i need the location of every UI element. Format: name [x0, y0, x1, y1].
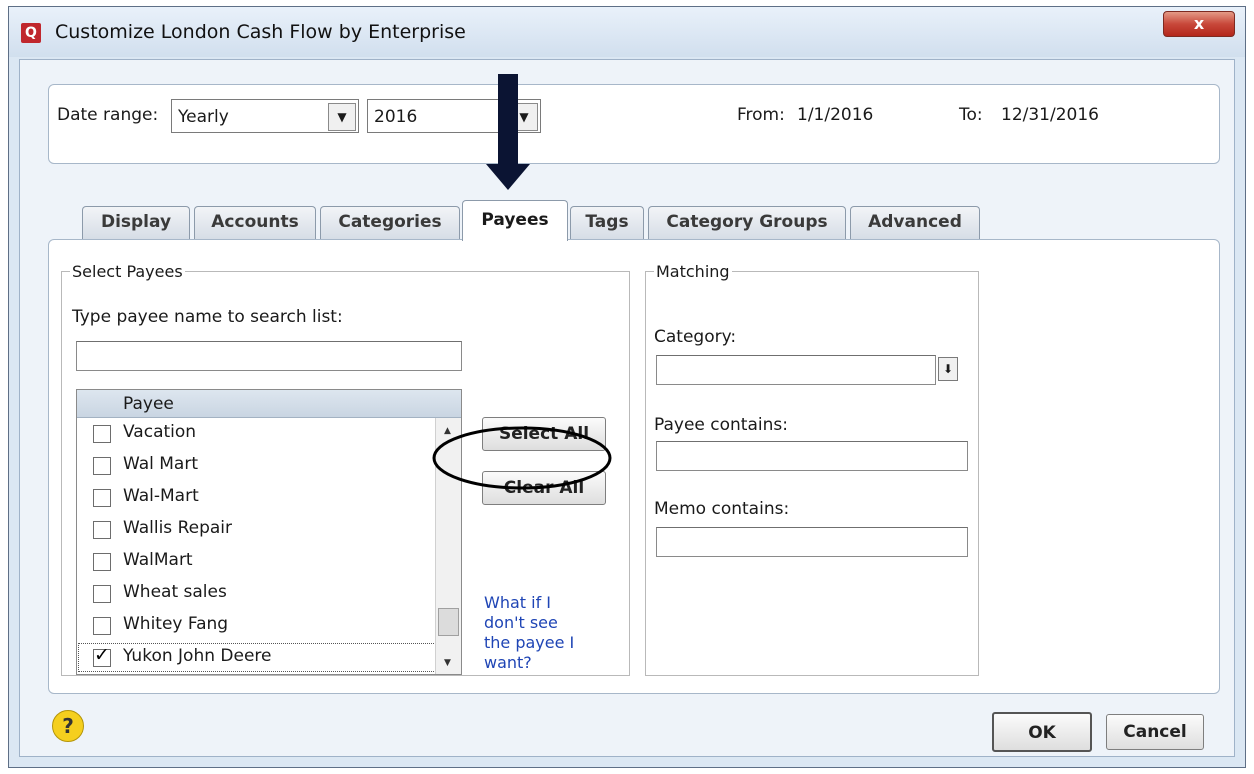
- arrow-down-icon: [486, 164, 530, 190]
- tab-payees[interactable]: Payees: [462, 200, 568, 241]
- annotation-overlay: [432, 74, 612, 490]
- highlight-circle: [432, 426, 612, 490]
- arrow-shaft-icon: [498, 74, 518, 166]
